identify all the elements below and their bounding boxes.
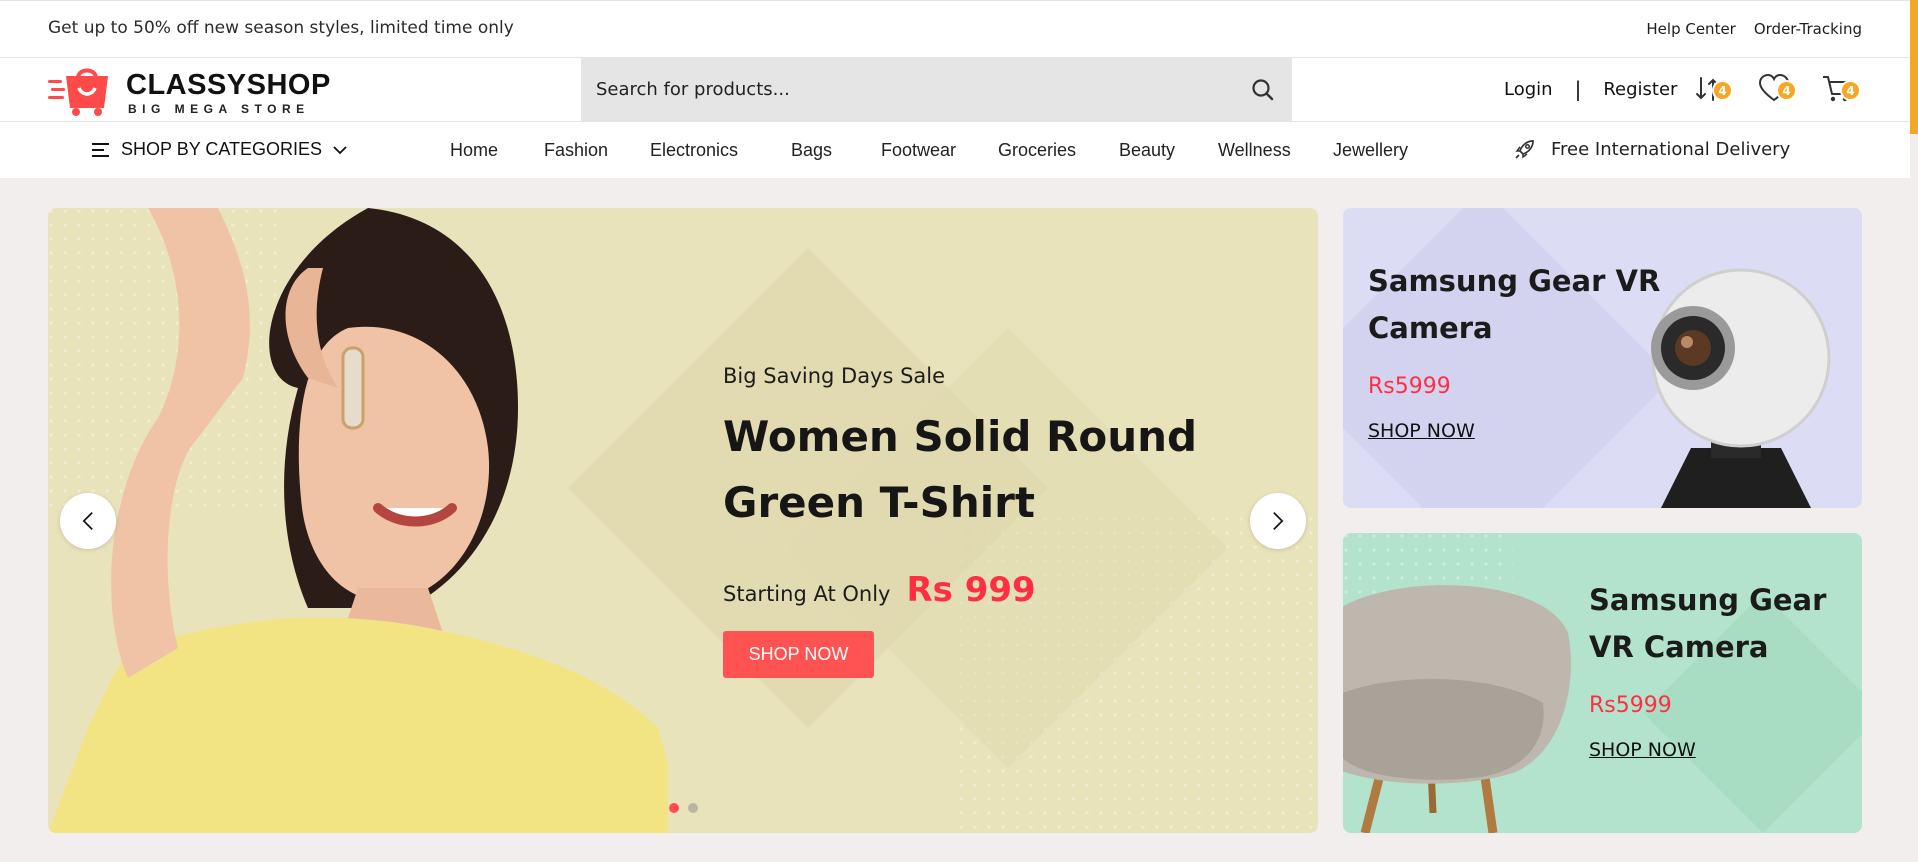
promo-text: Get up to 50% off new season styles, lim… [48, 18, 514, 38]
categories-label: SHOP BY CATEGORIES [121, 139, 323, 159]
menu-icon [92, 142, 109, 157]
site-header: CLASSYSHOP BIG MEGA STORE Login | Regist… [0, 58, 1910, 122]
slider-dot-1[interactable] [669, 803, 679, 813]
banner-2-title-line1: Samsung Gear [1589, 583, 1827, 617]
nav-item-wellness[interactable]: Wellness [1218, 140, 1291, 161]
compare-button[interactable]: 4 [1693, 72, 1733, 106]
nav-item-footwear[interactable]: Footwear [881, 140, 956, 161]
order-tracking-link[interactable]: Order-Tracking [1754, 20, 1862, 38]
scrollbar-thumb[interactable] [1910, 0, 1918, 134]
search-bar [581, 58, 1292, 121]
rocket-icon [1515, 140, 1534, 159]
delivery-text: Free International Delivery [1551, 138, 1791, 160]
register-link[interactable]: Register [1603, 79, 1677, 100]
nav-item-fashion[interactable]: Fashion [544, 140, 608, 161]
nav-item-jewellery[interactable]: Jewellery [1333, 140, 1408, 161]
banner-2-title-line2: VR Camera [1589, 630, 1769, 664]
top-links: Help Center Order-Tracking [1646, 20, 1862, 38]
shopping-bag-logo-icon [48, 68, 108, 116]
slider-next-button[interactable] [1250, 493, 1306, 549]
nav-item-electronics[interactable]: Electronics [650, 140, 738, 161]
free-delivery-notice: Free International Delivery [1513, 137, 1790, 161]
hero-shop-now-button[interactable]: SHOP NOW [723, 631, 874, 678]
slider-dots [669, 803, 698, 813]
vr-camera-image [1651, 268, 1831, 508]
cart-button[interactable]: 4 [1821, 72, 1861, 106]
model-image [48, 208, 668, 833]
brand-tagline: BIG MEGA STORE [128, 102, 310, 116]
compare-count-badge: 4 [1712, 80, 1733, 101]
search-input[interactable] [596, 58, 1216, 121]
wishlist-count-badge: 4 [1776, 80, 1797, 101]
search-icon[interactable] [1250, 77, 1276, 103]
chevron-down-icon [333, 145, 347, 154]
header-icons: 4 4 4 [1693, 72, 1861, 106]
nav-item-bags[interactable]: Bags [791, 140, 832, 161]
banner-2-title: Samsung Gear VR Camera [1589, 577, 1826, 671]
chair-image [1343, 585, 1571, 833]
cart-count-badge: 4 [1840, 80, 1861, 101]
logo[interactable]: CLASSYSHOP BIG MEGA STORE [48, 64, 338, 118]
hero-price: Rs 999 [906, 570, 1036, 610]
top-announcement-bar: Get up to 50% off new season styles, lim… [0, 0, 1910, 58]
banner-1-price: Rs5999 [1368, 374, 1451, 399]
slider-prev-button[interactable] [60, 493, 116, 549]
banner-1-title-line2: Camera [1368, 311, 1493, 345]
slider-dot-2[interactable] [688, 803, 698, 813]
banner-1-title: Samsung Gear VR Camera [1368, 258, 1660, 352]
hero-slider: Big Saving Days Sale Women Solid Round G… [48, 208, 1318, 833]
login-link[interactable]: Login [1504, 79, 1553, 100]
wishlist-button[interactable]: 4 [1757, 72, 1797, 106]
brand-name: CLASSYSHOP [126, 69, 331, 101]
banner-2-shop-now-link[interactable]: SHOP NOW [1589, 739, 1696, 761]
nav-item-groceries[interactable]: Groceries [998, 140, 1076, 161]
nav-item-beauty[interactable]: Beauty [1119, 140, 1175, 161]
banner-1-shop-now-link[interactable]: SHOP NOW [1368, 420, 1475, 442]
account-links: Login | Register [1504, 77, 1677, 101]
promo-banner-vr-camera[interactable]: Samsung Gear VR Camera Rs5999 SHOP NOW [1343, 208, 1862, 508]
hero-starting-price: Starting At Only Rs 999 [723, 570, 1036, 610]
nav-item-home[interactable]: Home [450, 140, 498, 161]
banner-1-title-line1: Samsung Gear VR [1368, 264, 1661, 298]
promo-banner-chair[interactable]: Samsung Gear VR Camera Rs5999 SHOP NOW [1343, 533, 1862, 833]
hero-title: Women Solid Round Green T-Shirt [723, 412, 1198, 527]
help-center-link[interactable]: Help Center [1646, 20, 1735, 38]
starting-label: Starting At Only [723, 582, 891, 606]
chevron-right-icon [1273, 512, 1284, 530]
shop-by-categories-button[interactable]: SHOP BY CATEGORIES [91, 139, 348, 160]
main-nav: SHOP BY CATEGORIES Home Fashion Electron… [0, 122, 1910, 178]
hero-eyebrow: Big Saving Days Sale [723, 364, 946, 388]
banner-2-price: Rs5999 [1589, 693, 1672, 718]
chevron-left-icon [82, 512, 93, 530]
account-separator: | [1574, 77, 1582, 101]
